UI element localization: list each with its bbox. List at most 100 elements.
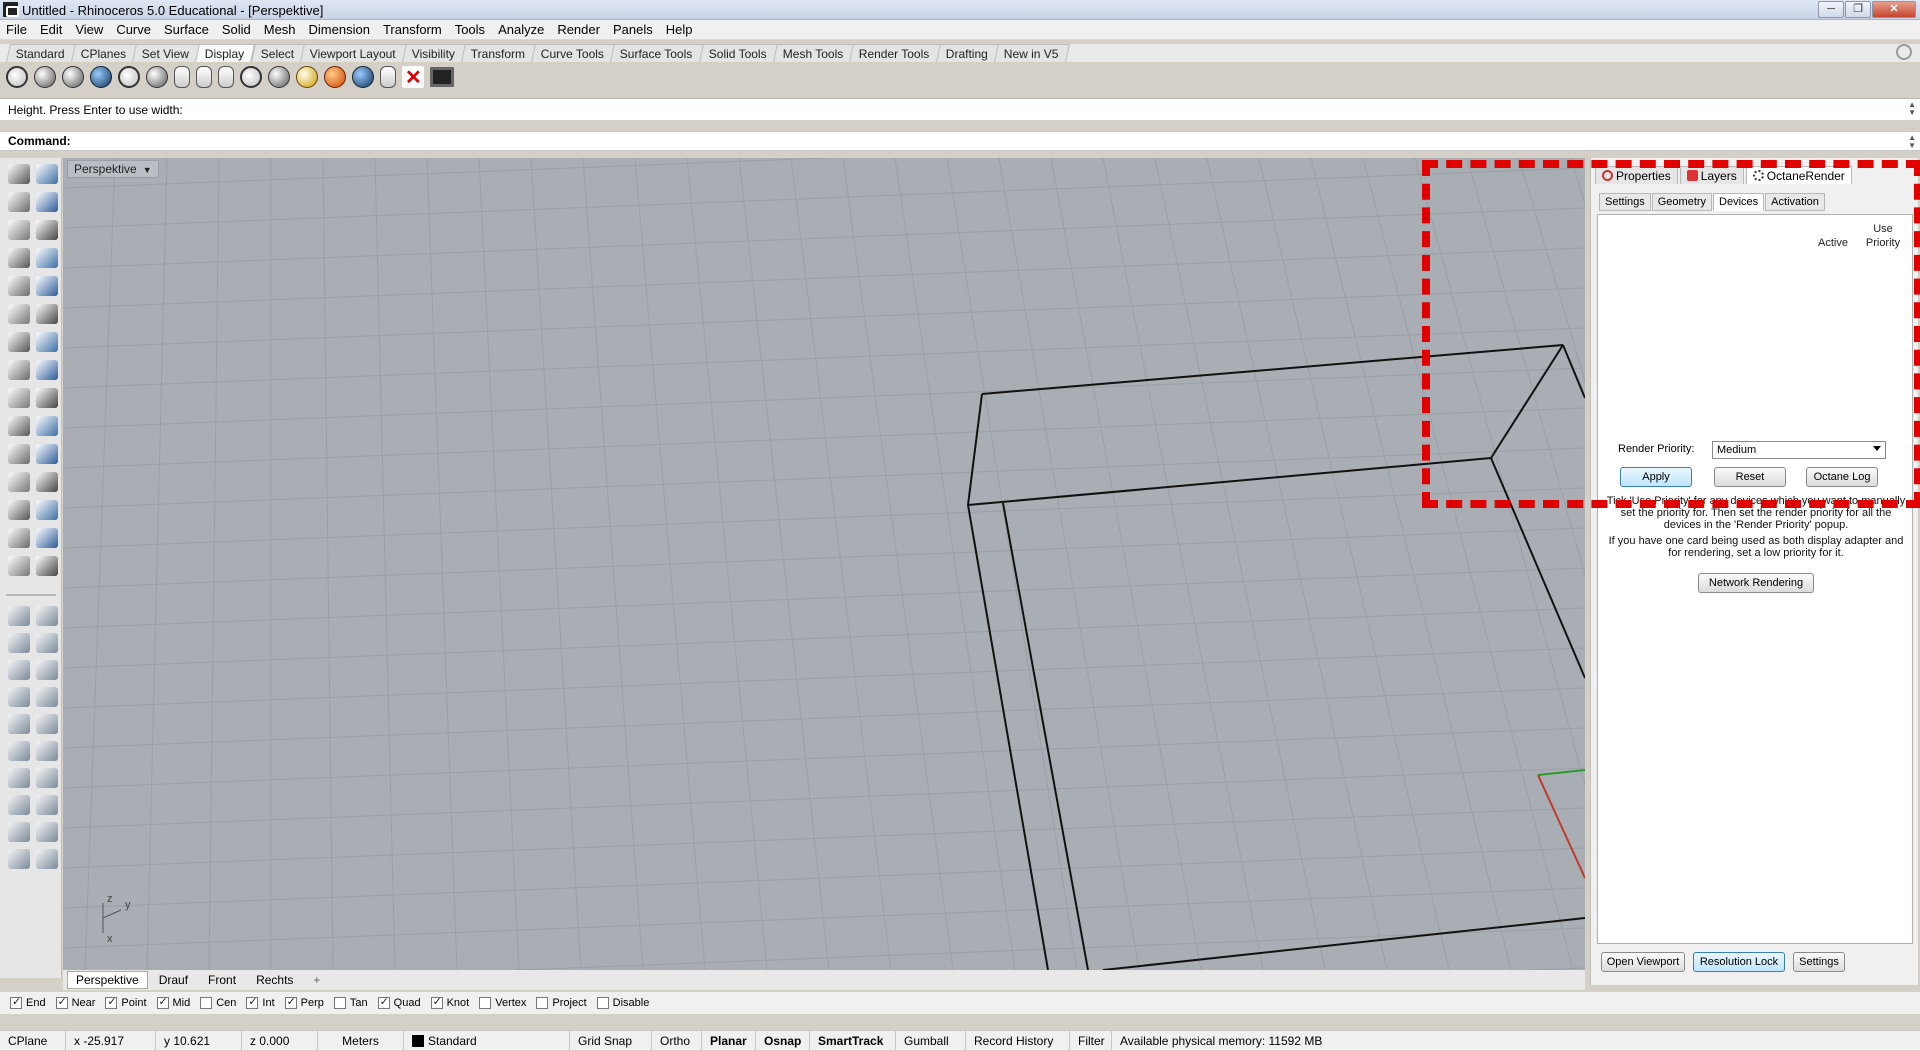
fillet-icon[interactable] — [36, 360, 58, 380]
maximize-button[interactable]: ❐ — [1845, 1, 1871, 18]
split-icon[interactable] — [8, 416, 30, 436]
pick-icon[interactable] — [36, 606, 58, 626]
status-record-history[interactable]: Record History — [966, 1030, 1070, 1051]
lock-object-icon[interactable] — [218, 66, 234, 88]
view-tab-perspektive[interactable]: Perspektive — [67, 971, 148, 989]
circle-icon[interactable] — [8, 220, 30, 240]
minimize-button[interactable]: ─ — [1818, 1, 1844, 18]
toolbar-tab-select[interactable]: Select — [250, 44, 305, 62]
layer-icon[interactable] — [8, 714, 30, 734]
reset-button[interactable]: Reset — [1714, 467, 1786, 487]
osnap-checkbox[interactable] — [156, 995, 169, 1009]
osnap-checkbox[interactable] — [333, 997, 346, 1009]
menu-curve[interactable]: Curve — [116, 22, 151, 37]
join-icon[interactable] — [36, 416, 58, 436]
menu-help[interactable]: Help — [666, 22, 693, 37]
osnap-end[interactable]: End — [10, 995, 46, 1009]
menu-dimension[interactable]: Dimension — [309, 22, 370, 37]
viewport-title-tab[interactable]: Perspektive ▼ — [67, 160, 159, 178]
toolbar-tab-set-view[interactable]: Set View — [132, 44, 201, 62]
menu-edit[interactable]: Edit — [40, 22, 62, 37]
save-icon[interactable] — [36, 741, 58, 761]
cylinder-icon[interactable] — [8, 360, 30, 380]
osnap-mid[interactable]: Mid — [156, 995, 190, 1009]
group-icon[interactable] — [8, 500, 30, 520]
panel-tab-layers[interactable]: Layers — [1679, 166, 1744, 184]
rotate-view-icon[interactable] — [36, 822, 58, 842]
osnap-checkbox[interactable] — [246, 995, 259, 1009]
zebra-analysis-icon[interactable] — [240, 66, 262, 88]
environment-map-icon[interactable] — [268, 66, 290, 88]
show-icon[interactable] — [36, 660, 58, 680]
status-cplane[interactable]: CPlane — [0, 1030, 66, 1051]
hide-object-icon[interactable] — [196, 66, 212, 88]
osnap-checkbox[interactable] — [430, 995, 443, 1009]
toolbar-tab-viewport-layout[interactable]: Viewport Layout — [300, 44, 407, 62]
render-icon[interactable] — [36, 849, 58, 869]
menu-surface[interactable]: Surface — [164, 22, 209, 37]
rotate-icon[interactable] — [36, 444, 58, 464]
gear-icon[interactable] — [1896, 44, 1912, 60]
render-priority-select[interactable]: Medium — [1712, 441, 1886, 459]
toolbar-tab-surface-tools[interactable]: Surface Tools — [610, 44, 704, 62]
view-tab-front[interactable]: Front — [199, 971, 245, 989]
ellipse-icon[interactable] — [36, 220, 58, 240]
view-tab-rechts[interactable]: Rechts — [247, 971, 302, 989]
network-rendering-button[interactable]: Network Rendering — [1698, 573, 1814, 593]
rendered-view-icon[interactable] — [62, 66, 84, 88]
scale-icon[interactable] — [36, 472, 58, 492]
osnap-checkbox[interactable] — [55, 995, 68, 1009]
status-smarttrack[interactable]: SmartTrack — [810, 1030, 896, 1051]
history-scroll-icon[interactable]: ▲ ▼ — [1908, 101, 1916, 117]
status-ortho[interactable]: Ortho — [652, 1030, 702, 1051]
box-icon[interactable] — [8, 332, 30, 352]
curve-icon[interactable] — [36, 276, 58, 296]
extrude-icon[interactable] — [36, 304, 58, 324]
unlock-icon[interactable] — [36, 687, 58, 707]
xray-view-icon[interactable] — [146, 66, 168, 88]
toolbar-tab-standard[interactable]: Standard — [6, 44, 76, 62]
show-object-icon[interactable] — [174, 66, 190, 88]
osnap-checkbox[interactable] — [200, 997, 213, 1009]
point-icon[interactable] — [36, 164, 58, 184]
status-units[interactable]: Meters — [318, 1030, 404, 1051]
osnap-checkbox[interactable] — [284, 995, 297, 1009]
chevron-down-icon[interactable]: ▼ — [143, 165, 152, 175]
distance-icon[interactable] — [36, 633, 58, 653]
surface-edge-icon[interactable] — [8, 304, 30, 324]
view-tab-drauf[interactable]: Drauf — [150, 971, 197, 989]
osnap-perp[interactable]: Perp — [284, 995, 324, 1009]
apply-button[interactable]: Apply — [1620, 467, 1692, 487]
subtab-geometry[interactable]: Geometry — [1651, 193, 1713, 211]
hide-icon[interactable] — [8, 660, 30, 680]
explode-icon[interactable] — [8, 388, 30, 408]
menu-panels[interactable]: Panels — [613, 22, 653, 37]
osnap-cen[interactable]: Cen — [200, 997, 236, 1009]
named-view-icon[interactable] — [8, 849, 30, 869]
command-line[interactable]: Command: ▲ ▼ — [0, 131, 1920, 151]
boolean-icon[interactable] — [36, 332, 58, 352]
toolbar-tab-transform[interactable]: Transform — [460, 44, 537, 62]
rectangle-icon[interactable] — [36, 248, 58, 268]
osnap-tan[interactable]: Tan — [333, 997, 368, 1009]
menu-transform[interactable]: Transform — [383, 22, 442, 37]
osnap-near[interactable]: Near — [55, 995, 95, 1009]
pointer-display-icon[interactable] — [380, 66, 396, 88]
draft-angle-icon[interactable] — [324, 66, 346, 88]
snap-icon[interactable] — [8, 606, 30, 626]
menu-mesh[interactable]: Mesh — [264, 22, 296, 37]
resolution-lock-button[interactable]: Resolution Lock — [1693, 952, 1785, 972]
panel-tab-octanerender[interactable]: OctaneRender — [1745, 166, 1852, 184]
trim-icon[interactable] — [36, 388, 58, 408]
text-icon[interactable] — [8, 472, 30, 492]
toolbar-tab-visibility[interactable]: Visibility — [401, 44, 466, 62]
status-filter[interactable]: Filter — [1070, 1030, 1112, 1051]
menu-solid[interactable]: Solid — [222, 22, 251, 37]
material-icon[interactable] — [296, 66, 318, 88]
open-icon[interactable] — [8, 741, 30, 761]
status-grid-snap[interactable]: Grid Snap — [570, 1030, 652, 1051]
toolbar-tab-render-tools[interactable]: Render Tools — [849, 44, 941, 62]
more-icon[interactable] — [36, 556, 58, 576]
toolbar-tab-solid-tools[interactable]: Solid Tools — [698, 44, 778, 62]
arc-icon[interactable] — [8, 276, 30, 296]
